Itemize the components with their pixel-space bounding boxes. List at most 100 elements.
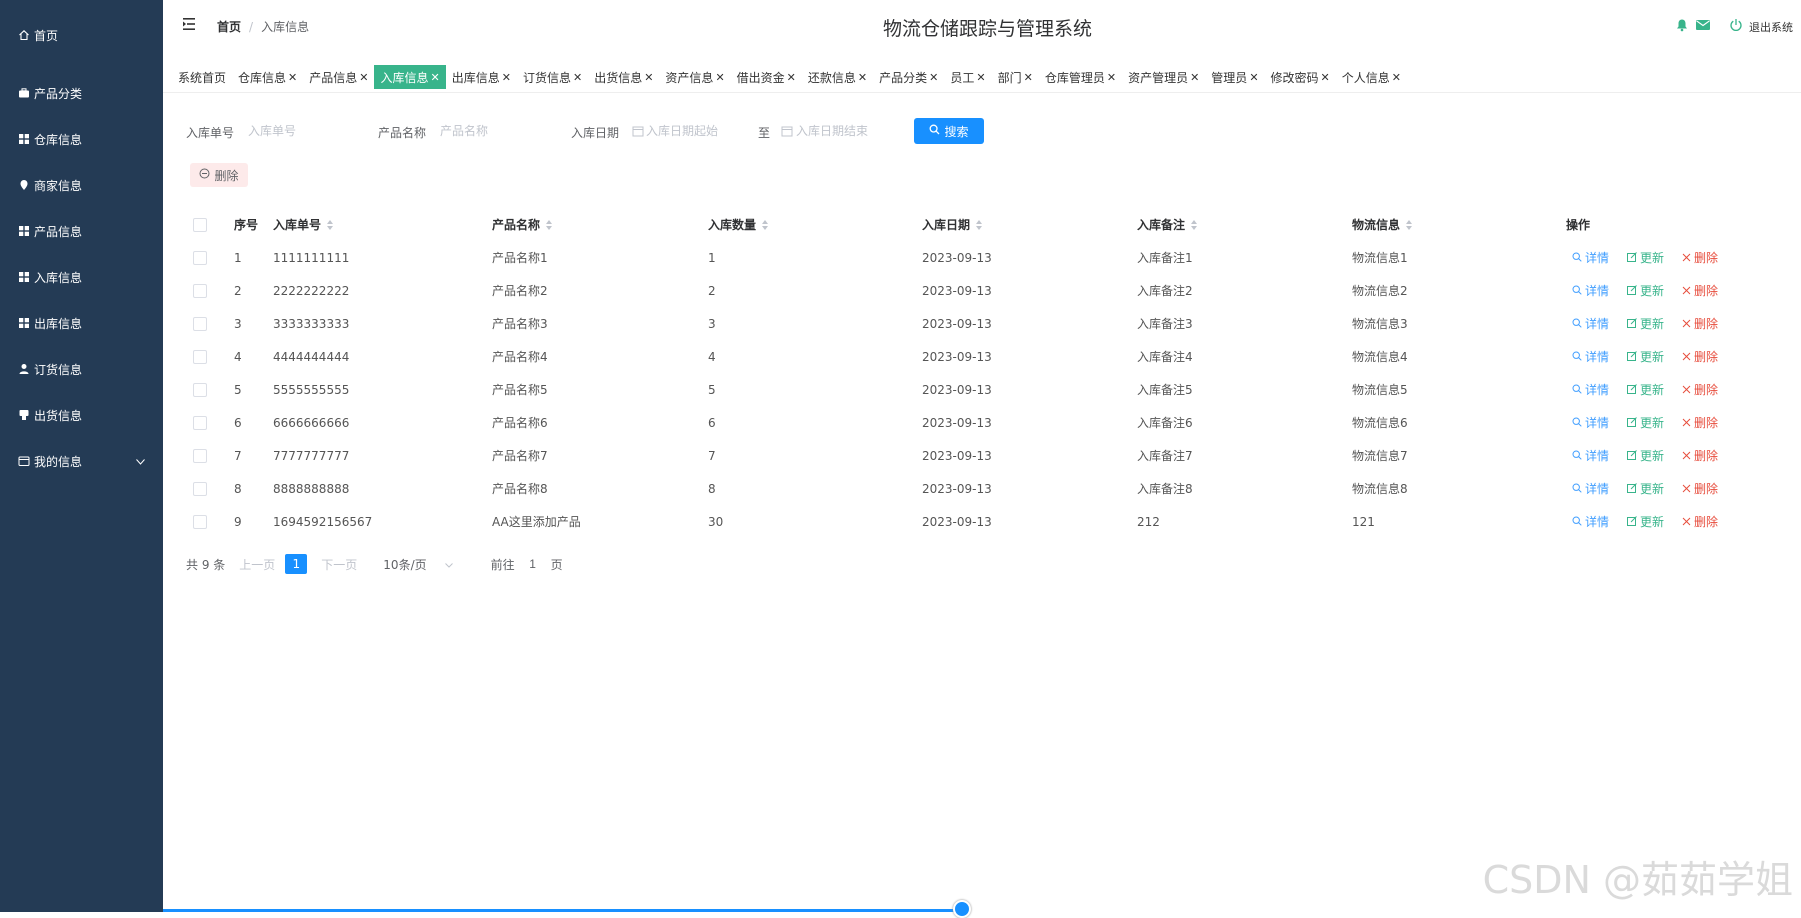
close-icon[interactable]: ✕: [858, 71, 867, 84]
detail-button[interactable]: 详情: [1572, 513, 1609, 530]
goto-page-input[interactable]: [524, 557, 541, 571]
update-button[interactable]: 更新: [1627, 315, 1664, 332]
close-icon[interactable]: ✕: [288, 71, 297, 84]
update-button[interactable]: 更新: [1627, 348, 1664, 365]
close-icon[interactable]: ✕: [787, 71, 796, 84]
close-icon[interactable]: ✕: [1392, 71, 1401, 84]
row-checkbox[interactable]: [193, 415, 207, 430]
tab[interactable]: 部门 ✕: [992, 65, 1039, 89]
close-icon[interactable]: ✕: [431, 71, 440, 84]
row-checkbox[interactable]: [193, 448, 207, 463]
tab[interactable]: 订货信息 ✕: [517, 65, 588, 89]
update-button[interactable]: 更新: [1627, 447, 1664, 464]
tab[interactable]: 员工 ✕: [944, 65, 991, 89]
sidebar-item[interactable]: 仓库信息: [0, 116, 163, 162]
tab[interactable]: 产品分类 ✕: [873, 65, 944, 89]
close-icon[interactable]: ✕: [1024, 71, 1033, 84]
bell-icon[interactable]: [1675, 18, 1689, 35]
detail-button[interactable]: 详情: [1572, 249, 1609, 266]
delete-button[interactable]: 删除: [1682, 480, 1718, 497]
sidebar-item[interactable]: 商家信息: [0, 162, 163, 208]
close-icon[interactable]: ✕: [502, 71, 511, 84]
close-icon[interactable]: ✕: [359, 71, 368, 84]
column-header-product-name[interactable]: 产品名称: [492, 208, 553, 241]
tab[interactable]: 借出资金 ✕: [731, 65, 802, 89]
mail-icon[interactable]: [1695, 18, 1711, 35]
detail-button[interactable]: 详情: [1572, 315, 1609, 332]
close-icon[interactable]: ✕: [1107, 71, 1116, 84]
sidebar-item[interactable]: 产品分类: [0, 70, 163, 116]
tab[interactable]: 管理员 ✕: [1205, 65, 1264, 89]
close-icon[interactable]: ✕: [573, 71, 582, 84]
delete-button[interactable]: 删除: [1682, 381, 1718, 398]
delete-button[interactable]: 删除: [1682, 513, 1718, 530]
row-checkbox[interactable]: [193, 382, 207, 397]
column-header-quantity[interactable]: 入库数量: [708, 208, 769, 241]
tab[interactable]: 产品信息 ✕: [303, 65, 374, 89]
tab[interactable]: 入库信息 ✕: [374, 65, 446, 89]
sort-icon[interactable]: [1406, 219, 1413, 230]
next-page-button[interactable]: 下一页: [321, 556, 357, 573]
close-icon[interactable]: ✕: [1249, 71, 1258, 84]
sidebar-item[interactable]: 产品信息: [0, 208, 163, 254]
logout-button[interactable]: 退出系统: [1729, 18, 1793, 35]
delete-button[interactable]: 删除: [1682, 282, 1718, 299]
tab[interactable]: 修改密码 ✕: [1265, 65, 1336, 89]
sidebar-item[interactable]: 出库信息: [0, 300, 163, 346]
select-all-checkbox[interactable]: [193, 217, 207, 232]
tab[interactable]: 资产管理员 ✕: [1122, 65, 1205, 89]
detail-button[interactable]: 详情: [1572, 282, 1609, 299]
close-icon[interactable]: ✕: [715, 71, 724, 84]
page-number-current[interactable]: 1: [285, 554, 308, 574]
sidebar-item[interactable]: 订货信息: [0, 346, 163, 392]
breadcrumb-home[interactable]: 首页: [217, 20, 241, 34]
close-icon[interactable]: ✕: [1190, 71, 1199, 84]
tab[interactable]: 仓库信息 ✕: [232, 65, 303, 89]
date-end-input[interactable]: [796, 118, 906, 144]
update-button[interactable]: 更新: [1627, 513, 1664, 530]
detail-button[interactable]: 详情: [1572, 447, 1609, 464]
delete-button[interactable]: 删除: [1682, 315, 1718, 332]
batch-delete-button[interactable]: 删除: [190, 163, 248, 187]
page-size-select[interactable]: 10条/页: [383, 556, 453, 573]
sidebar-item[interactable]: 入库信息: [0, 254, 163, 300]
tab[interactable]: 仓库管理员 ✕: [1039, 65, 1122, 89]
column-header-logistics[interactable]: 物流信息: [1352, 208, 1413, 241]
update-button[interactable]: 更新: [1627, 414, 1664, 431]
column-header-order-no[interactable]: 入库单号: [273, 208, 334, 241]
detail-button[interactable]: 详情: [1572, 480, 1609, 497]
sidebar-item[interactable]: 出货信息: [0, 392, 163, 438]
scrollbar-thumb[interactable]: [953, 900, 971, 918]
tab[interactable]: 还款信息 ✕: [802, 65, 873, 89]
row-checkbox[interactable]: [193, 514, 207, 529]
delete-button[interactable]: 删除: [1682, 414, 1718, 431]
sidebar-item[interactable]: 我的信息: [0, 438, 163, 484]
column-header-date[interactable]: 入库日期: [922, 208, 983, 241]
close-icon[interactable]: ✕: [929, 71, 938, 84]
detail-button[interactable]: 详情: [1572, 348, 1609, 365]
row-checkbox[interactable]: [193, 349, 207, 364]
close-icon[interactable]: ✕: [644, 71, 653, 84]
delete-button[interactable]: 删除: [1682, 249, 1718, 266]
tab[interactable]: 出库信息 ✕: [446, 65, 517, 89]
delete-button[interactable]: 删除: [1682, 447, 1718, 464]
tab[interactable]: 个人信息 ✕: [1336, 65, 1407, 89]
menu-toggle-icon[interactable]: [181, 16, 197, 32]
sort-icon[interactable]: [546, 219, 553, 230]
tab[interactable]: 资产信息 ✕: [659, 65, 730, 89]
row-checkbox[interactable]: [193, 250, 207, 265]
row-checkbox[interactable]: [193, 283, 207, 298]
sort-icon[interactable]: [976, 219, 983, 230]
sort-icon[interactable]: [762, 219, 769, 230]
order-no-input[interactable]: [248, 118, 368, 144]
update-button[interactable]: 更新: [1627, 480, 1664, 497]
update-button[interactable]: 更新: [1627, 282, 1664, 299]
sort-icon[interactable]: [1191, 219, 1198, 230]
product-name-input[interactable]: [440, 118, 560, 144]
update-button[interactable]: 更新: [1627, 249, 1664, 266]
update-button[interactable]: 更新: [1627, 381, 1664, 398]
search-button[interactable]: 搜索: [914, 118, 984, 144]
close-icon[interactable]: ✕: [976, 71, 985, 84]
tab[interactable]: 系统首页: [172, 65, 232, 89]
close-icon[interactable]: ✕: [1321, 71, 1330, 84]
